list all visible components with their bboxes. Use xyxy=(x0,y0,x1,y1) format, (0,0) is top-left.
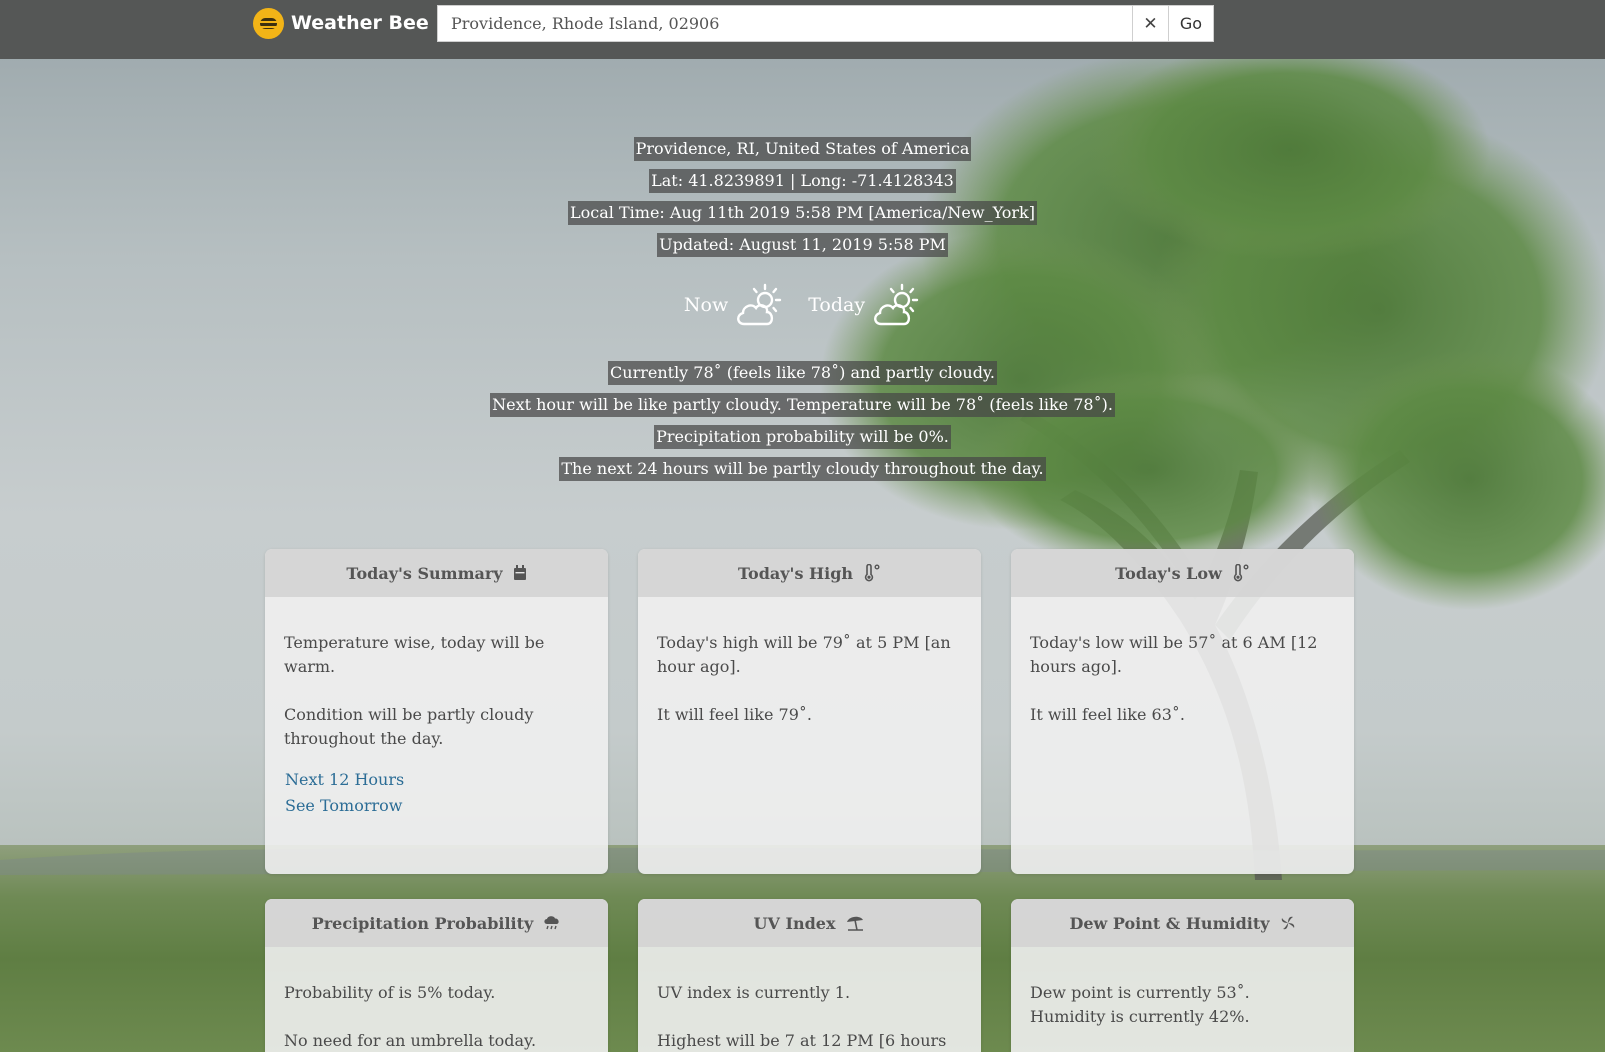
todays-high-card: Today's High Today's high will be 79˚ at… xyxy=(638,549,981,874)
card-header: Dew Point & Humidity xyxy=(1011,899,1354,947)
clear-search-button[interactable]: ✕ xyxy=(1132,6,1168,41)
card-header: Today's High xyxy=(638,549,981,597)
location-search-input[interactable] xyxy=(438,6,1132,41)
top-navbar: Weather Bee ✕ Go xyxy=(0,0,1605,59)
humidity-text: Humidity is currently 42%. xyxy=(1030,1007,1250,1026)
today-condition: Today xyxy=(808,282,921,328)
next-24-hours-text: The next 24 hours will be partly cloudy … xyxy=(559,457,1046,481)
summary-condition-text: Condition will be partly cloudy througho… xyxy=(284,705,534,748)
see-tomorrow-link[interactable]: See Tomorrow xyxy=(285,793,589,819)
partly-cloudy-day-icon xyxy=(874,283,919,326)
card-body: Today's low will be 57˚ at 6 AM [12 hour… xyxy=(1011,597,1354,727)
uv-current-text: UV index is currently 1. xyxy=(657,983,851,1002)
now-condition: Now xyxy=(684,282,784,328)
precipitation-probability-card: Precipitation Probability Probability of… xyxy=(265,899,608,1052)
conditions-row: Now Today xyxy=(0,282,1605,328)
low-feels-like-text: It will feel like 63˚. xyxy=(1030,705,1185,724)
card-body: Probability of is 5% today. No need for … xyxy=(265,947,608,1052)
card-title: UV Index xyxy=(753,913,836,933)
uv-highest-text: Highest will be 7 at 12 PM [6 hours xyxy=(657,1031,947,1050)
wind-icon xyxy=(1280,915,1296,931)
dew-point-humidity-card: Dew Point & Humidity Dew point is curren… xyxy=(1011,899,1354,1052)
umbrella-advice-text: No need for an umbrella today. xyxy=(284,1031,537,1050)
card-body: Dew point is currently 53˚. Humidity is … xyxy=(1011,947,1354,1029)
low-temperature-text: Today's low will be 57˚ at 6 AM [12 hour… xyxy=(1030,633,1318,676)
now-label: Now xyxy=(683,294,729,316)
card-title: Today's Low xyxy=(1115,563,1222,583)
location-search-bar: ✕ Go xyxy=(437,5,1214,42)
today-label: Today xyxy=(808,294,866,316)
precipitation-text: Precipitation probability will be 0%. xyxy=(654,425,951,449)
card-title: Dew Point & Humidity xyxy=(1069,913,1270,933)
dew-point-text: Dew point is currently 53˚. xyxy=(1030,983,1250,1002)
card-title: Today's High xyxy=(737,563,854,583)
card-header: Today's Low xyxy=(1011,549,1354,597)
thermometer-icon xyxy=(863,564,881,582)
card-body: Today's high will be 79˚ at 5 PM [an hou… xyxy=(638,597,981,727)
high-temperature-text: Today's high will be 79˚ at 5 PM [an hou… xyxy=(657,633,951,676)
location-coordinates: Lat: 41.8239891 | Long: -71.4128343 xyxy=(649,169,956,193)
current-conditions-text: Currently 78˚ (feels like 78˚) and partl… xyxy=(608,361,997,385)
card-header: Precipitation Probability xyxy=(265,899,608,947)
high-feels-like-text: It will feel like 79˚. xyxy=(657,705,812,724)
card-body: Temperature wise, today will be warm. Co… xyxy=(265,597,608,819)
location-place: Providence, RI, United States of America xyxy=(633,137,972,161)
brand-name: Weather Bee xyxy=(291,12,429,34)
summary-temperature-text: Temperature wise, today will be warm. xyxy=(284,633,545,676)
local-time: Local Time: Aug 11th 2019 5:58 PM [Ameri… xyxy=(568,201,1037,225)
card-header: Today's Summary xyxy=(265,549,608,597)
thermometer-icon xyxy=(1232,564,1250,582)
card-header: UV Index xyxy=(638,899,981,947)
card-title: Today's Summary xyxy=(346,563,503,583)
rain-cloud-icon xyxy=(543,915,561,931)
calendar-icon xyxy=(513,565,527,581)
todays-low-card: Today's Low Today's low will be 57˚ at 6… xyxy=(1011,549,1354,874)
beach-umbrella-icon xyxy=(845,915,865,931)
card-body: UV index is currently 1. Highest will be… xyxy=(638,947,981,1052)
go-button[interactable]: Go xyxy=(1168,6,1213,41)
next-hour-text: Next hour will be like partly cloudy. Te… xyxy=(490,393,1115,417)
card-title: Precipitation Probability xyxy=(311,913,534,933)
todays-summary-card: Today's Summary Temperature wise, today … xyxy=(265,549,608,874)
brand-logo-link[interactable]: Weather Bee xyxy=(253,7,429,39)
uv-index-card: UV Index UV index is currently 1. Highes… xyxy=(638,899,981,1052)
bee-icon xyxy=(253,7,284,39)
partly-cloudy-day-icon xyxy=(737,283,782,326)
next-12-hours-link[interactable]: Next 12 Hours xyxy=(285,767,589,793)
precipitation-probability-text: Probability of is 5% today. xyxy=(284,983,496,1002)
updated-time: Updated: August 11, 2019 5:58 PM xyxy=(657,233,948,257)
